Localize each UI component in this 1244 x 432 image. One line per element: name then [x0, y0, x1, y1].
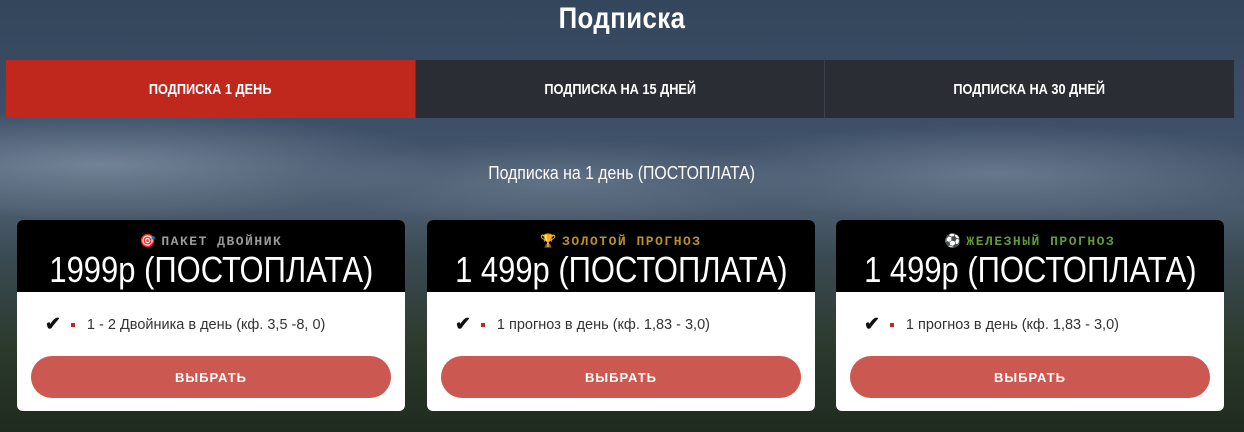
card-badge: 🎯 ПАКЕТ ДВОЙНИК — [17, 234, 405, 249]
plan-card-iron: ⚽ ЖЕЛЕЗНЫЙ ПРОГНОЗ 1 499р (ПОСТОПЛАТА) ✔ … — [836, 220, 1224, 411]
card-header: 🏆 ЗОЛОТОЙ ПРОГНОЗ 1 499р (ПОСТОПЛАТА) — [427, 220, 815, 292]
price-text: 1 499р (ПОСТОПЛАТА) — [454, 249, 788, 290]
plan-card-double: 🎯 ПАКЕТ ДВОЙНИК 1999р (ПОСТОПЛАТА) ✔ 1 - … — [17, 220, 405, 411]
feature-text: 1 - 2 Двойника в день (кф. 3,5 -8, 0) — [86, 316, 326, 333]
card-badge: ⚽ ЖЕЛЕЗНЫЙ ПРОГНОЗ — [836, 234, 1224, 249]
bullet-dot — [480, 322, 485, 327]
select-button[interactable]: ВЫБРАТЬ — [441, 356, 801, 398]
feature-item: ✔ 1 прогноз в день (кф. 1,83 - 3,0) — [864, 313, 1119, 336]
card-header: 🎯 ПАКЕТ ДВОЙНИК 1999р (ПОСТОПЛАТА) — [17, 220, 405, 292]
price-text: 1999р (ПОСТОПЛАТА) — [49, 249, 373, 290]
tab-label: ПОДПИСКА 1 ДЕНЬ — [148, 80, 272, 98]
price-text: 1 499р (ПОСТОПЛАТА) — [863, 249, 1197, 290]
bullet-dot — [889, 322, 894, 327]
check-icon: ✔ — [45, 314, 61, 335]
trophy-icon: 🏆 — [540, 234, 559, 249]
tab-1-day[interactable]: ПОДПИСКА 1 ДЕНЬ — [6, 60, 416, 118]
feature-item: ✔ 1 прогноз в день (кф. 1,83 - 3,0) — [455, 313, 710, 336]
tab-30-days[interactable]: ПОДПИСКА НА 30 ДНЕЙ — [825, 60, 1235, 118]
card-price: 1 499р (ПОСТОПЛАТА) — [836, 250, 1224, 290]
check-icon: ✔ — [455, 314, 471, 335]
select-button[interactable]: ВЫБРАТЬ — [31, 356, 391, 398]
card-badge: 🏆 ЗОЛОТОЙ ПРОГНОЗ — [427, 234, 815, 249]
card-price: 1 499р (ПОСТОПЛАТА) — [427, 250, 815, 290]
soccer-ball-icon: ⚽ — [944, 234, 963, 249]
tab-15-days[interactable]: ПОДПИСКА НА 15 ДНЕЙ — [415, 60, 826, 118]
plan-card-gold: 🏆 ЗОЛОТОЙ ПРОГНОЗ 1 499р (ПОСТОПЛАТА) ✔ 1… — [427, 220, 815, 411]
badge-label: ЗОЛОТОЙ ПРОГНОЗ — [562, 234, 702, 249]
target-icon: 🎯 — [139, 234, 158, 249]
badge-label: ЖЕЛЕЗНЫЙ ПРОГНОЗ — [966, 234, 1116, 249]
select-button[interactable]: ВЫБРАТЬ — [850, 356, 1210, 398]
subscription-tabs: ПОДПИСКА 1 ДЕНЬ ПОДПИСКА НА 15 ДНЕЙ ПОДП… — [6, 60, 1235, 118]
tab-label: ПОДПИСКА НА 30 ДНЕЙ — [953, 80, 1106, 98]
subtitle-text: Подписка на 1 день (ПОСТОПЛАТА) — [488, 163, 756, 183]
badge-label: ПАКЕТ ДВОЙНИК — [161, 234, 283, 249]
feature-text: 1 прогноз в день (кф. 1,83 - 3,0) — [496, 316, 710, 333]
tab-label: ПОДПИСКА НА 15 ДНЕЙ — [544, 80, 696, 98]
feature-text: 1 прогноз в день (кф. 1,83 - 3,0) — [905, 316, 1119, 333]
card-header: ⚽ ЖЕЛЕЗНЫЙ ПРОГНОЗ 1 499р (ПОСТОПЛАТА) — [836, 220, 1224, 292]
page-title: Подписка — [558, 2, 686, 35]
feature-item: ✔ 1 - 2 Двойника в день (кф. 3,5 -8, 0) — [45, 313, 325, 336]
check-icon: ✔ — [864, 314, 880, 335]
section-subtitle: Подписка на 1 день (ПОСТОПЛАТА) — [0, 163, 1244, 184]
bullet-dot — [70, 322, 75, 327]
card-price: 1999р (ПОСТОПЛАТА) — [17, 250, 405, 290]
